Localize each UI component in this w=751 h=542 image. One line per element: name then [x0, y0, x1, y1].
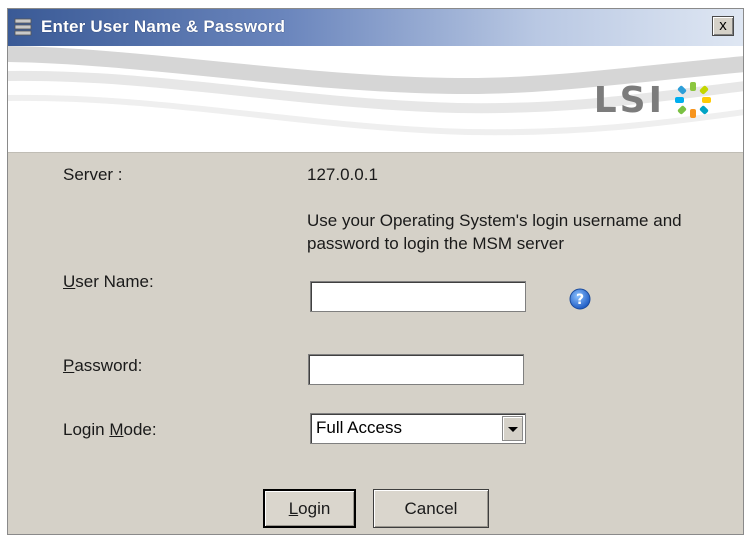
login-instructions: Use your Operating System's login userna…	[307, 211, 682, 253]
login-mode-access-key: M	[109, 420, 124, 439]
header-banner: LSI	[8, 46, 743, 153]
help-question-icon[interactable]: ?	[569, 288, 591, 310]
server-label: Server :	[63, 165, 123, 184]
logo-text: LSI	[593, 79, 665, 121]
login-mode-label: Login Mode:	[63, 420, 157, 440]
dialog-title: Enter User Name & Password	[41, 17, 286, 36]
username-label-text: ser Name:	[75, 272, 154, 291]
svg-text:?: ?	[576, 292, 584, 308]
dialog-app-icon	[14, 18, 32, 36]
username-input[interactable]	[310, 281, 526, 312]
username-label: User Name:	[63, 272, 154, 292]
cancel-button[interactable]: Cancel	[373, 489, 489, 528]
login-access-key: L	[288, 498, 299, 518]
password-label-text: assword:	[74, 356, 143, 375]
server-address: 127.0.0.1	[307, 165, 378, 184]
close-button[interactable]: x	[712, 16, 734, 36]
password-label: Password:	[63, 356, 142, 376]
lsi-starburst-icon	[675, 82, 711, 118]
login-mode-select[interactable]: Full Access	[310, 413, 526, 444]
dropdown-button[interactable]	[502, 416, 523, 441]
login-mode-label-pre: Login	[63, 420, 110, 439]
chevron-down-icon	[508, 427, 518, 432]
login-button[interactable]: Login	[263, 489, 356, 528]
login-mode-label-rest: ode:	[123, 420, 157, 439]
lsi-logo: LSI	[593, 79, 715, 121]
login-mode-selected: Full Access	[316, 418, 402, 437]
login-button-label: ogin	[298, 498, 331, 518]
username-access-key: U	[63, 272, 76, 291]
title-bar[interactable]: Enter User Name & Password x	[8, 9, 743, 46]
password-access-key: P	[63, 356, 75, 375]
login-dialog: Enter User Name & Password x LSI Server …	[7, 8, 744, 535]
password-input[interactable]	[308, 354, 524, 385]
